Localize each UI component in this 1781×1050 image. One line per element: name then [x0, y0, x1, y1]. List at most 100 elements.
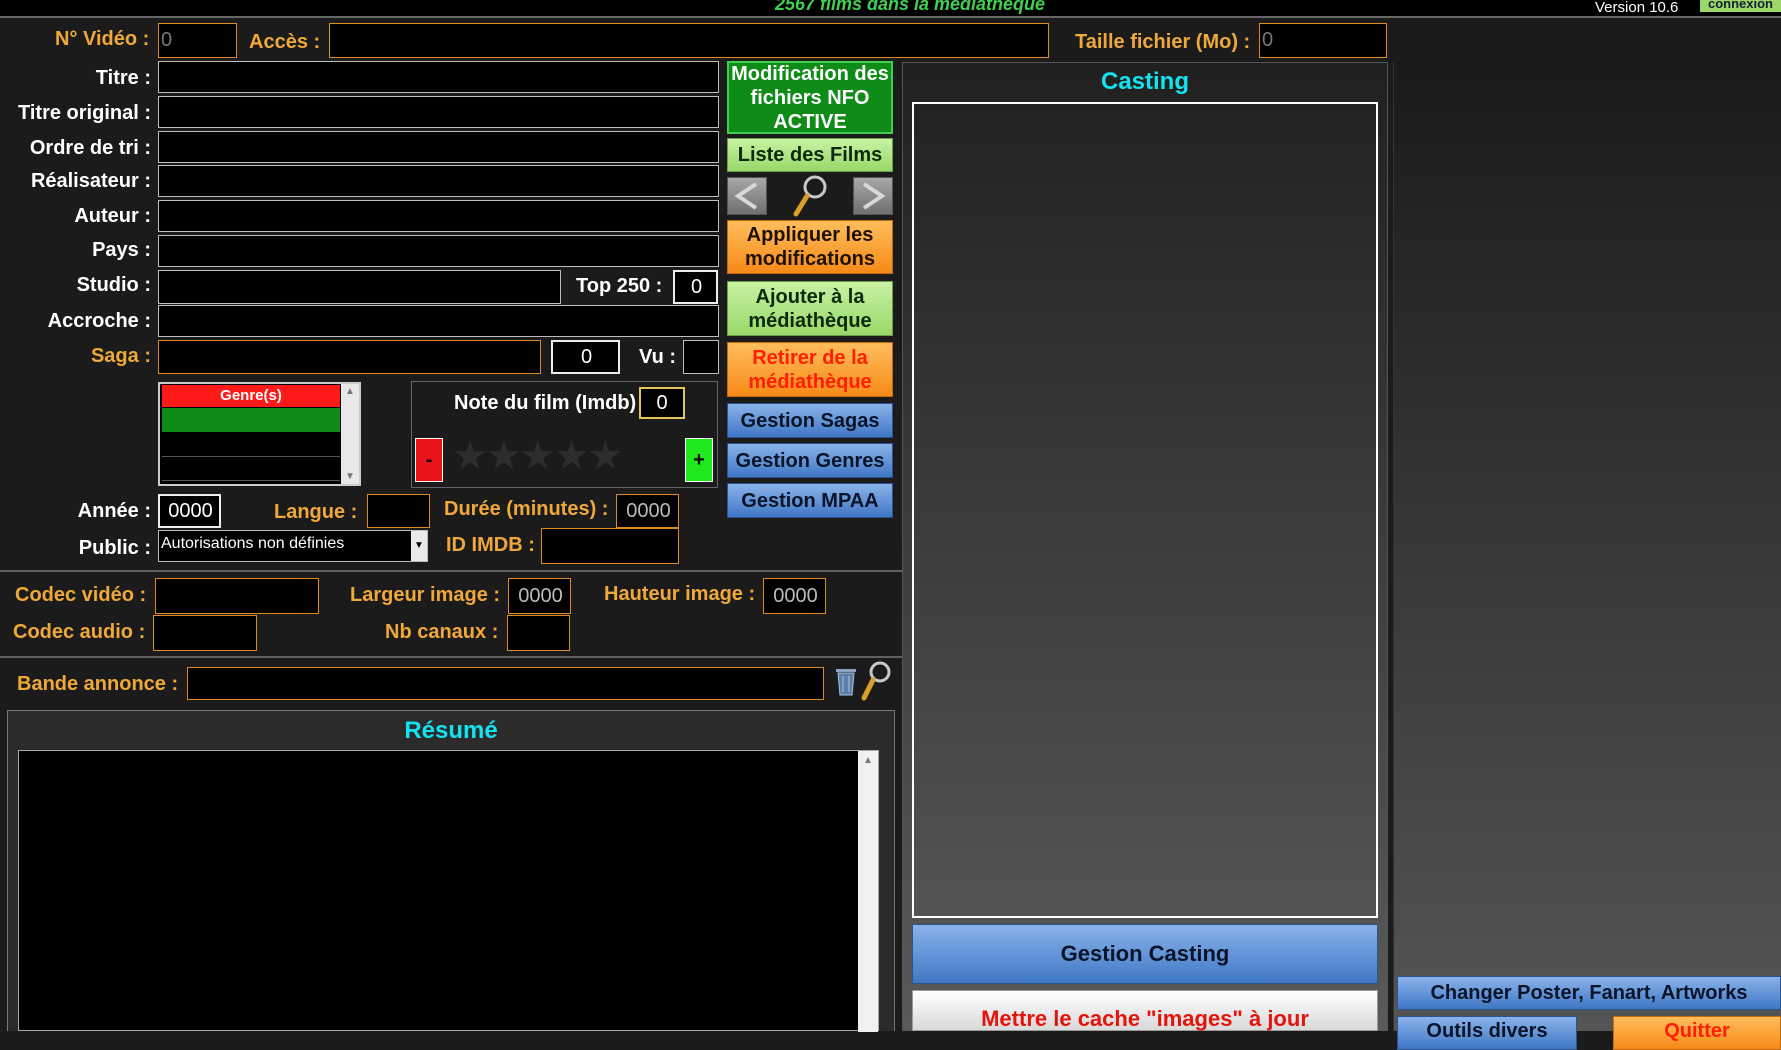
divider [0, 656, 903, 658]
hauteur-label: Hauteur image : [604, 583, 756, 605]
star-icon[interactable]: ★ [520, 434, 556, 478]
titre-original-field[interactable] [158, 96, 719, 128]
rating-stars[interactable]: ★★★★★ [452, 434, 623, 478]
changer-poster-button[interactable]: Changer Poster, Fanart, Artworks [1397, 976, 1781, 1010]
saga-field[interactable] [158, 340, 541, 374]
scroll-down-icon[interactable]: ▼ [345, 471, 355, 482]
scroll-up-icon[interactable]: ▲ [345, 386, 355, 397]
accroche-label: Accroche : [47, 310, 151, 332]
studio-field[interactable] [158, 270, 561, 304]
star-icon[interactable]: ★ [486, 434, 522, 478]
star-icon[interactable]: ★ [587, 434, 623, 478]
appliquer-button[interactable]: Appliquer les modifications [727, 220, 893, 274]
realisateur-label: Réalisateur : [30, 170, 151, 192]
resume-textarea[interactable]: ▲ [18, 750, 879, 1032]
public-select-value: Autorisations non définies [161, 535, 345, 552]
codec-video-field[interactable] [155, 578, 319, 614]
rating-minus-button[interactable]: - [415, 438, 443, 482]
divider [0, 570, 903, 572]
pays-field[interactable] [158, 235, 719, 267]
public-select[interactable]: Autorisations non définies ▼ [158, 530, 428, 562]
ajouter-button[interactable]: Ajouter à la médiathèque [727, 281, 893, 336]
accroche-field[interactable] [158, 305, 719, 337]
scroll-up-icon[interactable]: ▲ [863, 755, 873, 766]
note-label: Note du film (Imdb) [454, 392, 637, 414]
titre-field[interactable] [158, 61, 719, 93]
vu-field[interactable] [683, 340, 719, 374]
genres-list[interactable]: Genre(s) ▲ ▼ [158, 382, 361, 486]
largeur-field[interactable]: 0000 [508, 578, 571, 614]
codec-audio-label: Codec audio : [13, 621, 146, 643]
search-icon[interactable] [860, 660, 892, 702]
casting-list[interactable] [912, 102, 1378, 918]
file-size-label: Taille fichier (Mo) : [1075, 31, 1251, 53]
auteur-field[interactable] [158, 200, 719, 232]
id-imdb-field[interactable] [541, 528, 679, 564]
titre-original-label: Titre original : [18, 102, 151, 124]
file-size-field[interactable]: 0 [1259, 23, 1387, 58]
nb-canaux-label: Nb canaux : [385, 621, 499, 643]
connexion-button[interactable]: connexion [1700, 0, 1781, 12]
ordre-tri-label: Ordre de tri : [29, 137, 151, 159]
retirer-button[interactable]: Retirer de la médiathèque [727, 342, 893, 397]
resume-title: Résumé [404, 717, 498, 744]
casting-title: Casting [1100, 68, 1189, 95]
genres-scrollbar[interactable]: ▲ ▼ [341, 384, 359, 484]
rating-box: Note du film (Imdb) 0 - ★★★★★ + [411, 381, 718, 488]
langue-label: Langue : [274, 501, 358, 523]
annee-field[interactable]: 0000 [158, 494, 221, 528]
acces-label: Accès : [249, 31, 321, 53]
library-count: 2567 films dans la médiathèque [774, 0, 1046, 14]
cache-images-button[interactable]: Mettre le cache "images" à jour [912, 990, 1378, 1031]
poster-area [1393, 62, 1781, 1031]
ordre-tri-field[interactable] [158, 131, 719, 163]
saga-number-field[interactable]: 0 [551, 340, 620, 374]
search-icon[interactable] [790, 174, 830, 218]
chevron-right-icon [862, 182, 886, 210]
star-icon[interactable]: ★ [554, 434, 590, 478]
duree-label: Durée (minutes) : [444, 498, 609, 520]
studio-label: Studio : [76, 274, 151, 296]
gestion-sagas-button[interactable]: Gestion Sagas [727, 403, 893, 438]
id-imdb-label: ID IMDB : [446, 534, 535, 556]
codec-audio-field[interactable] [153, 615, 257, 651]
nb-canaux-field[interactable] [507, 615, 570, 651]
resume-scrollbar[interactable]: ▲ [858, 751, 878, 1032]
acces-field[interactable] [329, 23, 1049, 58]
outils-divers-button[interactable]: Outils divers [1397, 1016, 1577, 1050]
langue-field[interactable] [367, 494, 430, 528]
public-label: Public : [78, 537, 151, 559]
bande-annonce-label: Bande annonce : [17, 673, 179, 695]
liste-films-button[interactable]: Liste des Films [727, 138, 893, 172]
vu-label: Vu : [639, 346, 677, 368]
next-button[interactable] [853, 177, 893, 215]
chevron-left-icon [734, 182, 758, 210]
note-value[interactable]: 0 [639, 387, 685, 419]
chevron-down-icon[interactable]: ▼ [411, 531, 427, 561]
video-number-field[interactable]: 0 [158, 23, 237, 58]
hauteur-field[interactable]: 0000 [763, 578, 826, 614]
genre-row[interactable] [162, 457, 340, 481]
pays-label: Pays : [92, 239, 151, 261]
bande-annonce-field[interactable] [187, 667, 824, 700]
duree-field[interactable]: 0000 [616, 494, 679, 528]
quitter-button[interactable]: Quitter [1613, 1016, 1781, 1050]
previous-button[interactable] [727, 177, 767, 215]
genre-row-selected[interactable] [162, 408, 340, 432]
top250-label: Top 250 : [576, 275, 663, 297]
saga-label: Saga : [90, 345, 151, 367]
video-number-label: N° Vidéo : [55, 28, 150, 50]
realisateur-field[interactable] [158, 165, 719, 197]
gestion-genres-button[interactable]: Gestion Genres [727, 443, 893, 478]
gestion-mpaa-button[interactable]: Gestion MPAA [727, 483, 893, 518]
version-label: Version 10.6 [1595, 0, 1679, 16]
genre-row[interactable] [162, 433, 340, 457]
star-icon[interactable]: ★ [452, 434, 488, 478]
rating-plus-button[interactable]: + [685, 438, 713, 482]
gestion-casting-button[interactable]: Gestion Casting [912, 924, 1378, 984]
trash-icon[interactable] [833, 665, 859, 697]
nfo-active-button[interactable]: Modification des fichiers NFO ACTIVE [727, 61, 893, 134]
top250-field[interactable]: 0 [673, 270, 718, 304]
largeur-label: Largeur image : [350, 584, 501, 606]
annee-label: Année : [77, 500, 151, 522]
